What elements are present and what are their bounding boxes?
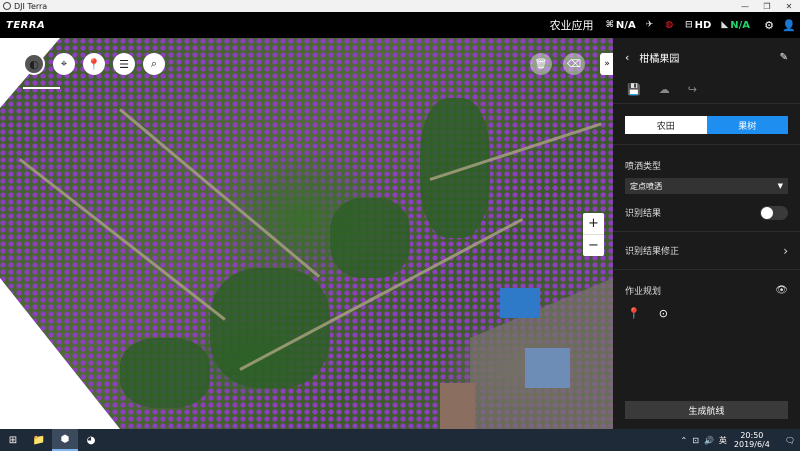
mode-selector[interactable]: 农业应用 [550,17,594,33]
search-icon[interactable]: ⌕ [143,53,165,75]
tray-expand-icon[interactable]: ⌃ [681,436,688,445]
recognition-toggle[interactable] [760,205,788,220]
app-icon [3,2,11,10]
terra-logo: TERRA [6,19,46,31]
recognition-row: 识别结果 [613,194,800,232]
clock[interactable]: 20:50 2019/6/4 [734,431,775,449]
clock-time: 20:50 [740,431,764,440]
window-title: DJI Terra [14,1,48,11]
panel-header: ‹ 柑橘果园 ✎ [613,38,800,76]
generate-route-button[interactable]: 生成航线 [625,401,788,419]
spray-type-value: 定点喷洒 [630,181,662,191]
map-layer-icon[interactable]: ◐ [23,53,45,75]
edit-icon[interactable]: ✎ [780,52,788,63]
settings-icon[interactable]: ⚙ [760,19,778,32]
network-icon[interactable]: ⊡ [692,436,699,445]
app-header: TERRA 农业应用 ⌘ N/A ✈ ◍ ⊟ HD ◣ N/A ⚙ 👤 [0,12,800,38]
delete-icon[interactable]: 🗑 [530,53,552,75]
plan-tools: 📍 ⊙ [613,303,800,324]
share-icon[interactable]: ↪ [688,83,697,96]
satellite-icon: ✈ [645,20,654,30]
zoom-out-button[interactable]: − [583,235,604,256]
map-boundary [0,38,613,429]
clock-date: 2019/6/4 [733,440,770,449]
save-icon[interactable]: 💾 [627,83,641,96]
plan-header: 作业规划 👁 [613,270,800,303]
rc-signal-icon: ⌘ [605,20,614,30]
volume-icon[interactable]: 🔊 [704,436,714,445]
app-taskbar-icon[interactable]: ◕ [78,429,104,451]
minimize-button[interactable]: — [734,2,756,11]
collapse-panel-button[interactable]: » [600,53,613,75]
map-canvas[interactable]: ◐ ⌖ 📍 ☰ ⌕ 🗑 ⌫ » + − [0,38,613,429]
spray-type-select[interactable]: 定点喷洒 ▼ [625,178,788,194]
maximize-button[interactable]: ❐ [756,2,778,11]
eraser-icon[interactable]: ⌫ [563,53,585,75]
tab-orchard[interactable]: 果树 [706,116,788,134]
windows-taskbar: ⊞ 📁 ⬢ ◕ ⌃ ⊡ 🔊 英 20:50 2019/6/4 🗨 [0,429,800,451]
hd-link-icon: ⊟ [685,20,693,30]
active-tool-indicator [23,87,60,89]
zoom-control: + − [583,213,604,256]
tab-farmland[interactable]: 农田 [625,116,707,134]
rtk-status: ◍ [665,20,675,30]
panel-title: 柑橘果园 [639,53,680,65]
upload-icon[interactable]: ☁ [659,83,670,96]
battery-icon: ◣ [721,20,729,30]
plan-label: 作业规划 [625,287,662,297]
side-panel: ‹ 柑橘果园 ✎ 💾 ☁ ↪ 农田 果树 喷洒类型 定点喷洒 ▼ 识别结果 识别… [613,38,800,429]
eye-icon[interactable]: 👁 [775,285,788,296]
dji-terra-taskbar-icon[interactable]: ⬢ [52,429,78,451]
panel-actions: 💾 ☁ ↪ [613,76,800,104]
chevron-right-icon: › [783,243,788,258]
waypoint-pin-icon[interactable]: 📍 [627,307,641,320]
rtk-icon: ◍ [665,20,674,30]
recognition-label: 识别结果 [625,209,662,219]
field-type-segment: 农田 果树 [625,116,788,134]
location-pin-icon[interactable]: 📍 [83,53,105,75]
list-icon[interactable]: ☰ [113,53,135,75]
notification-icon[interactable]: 🗨 [785,436,795,445]
zoom-in-button[interactable]: + [583,213,604,235]
chevron-down-icon: ▼ [777,182,783,190]
satellite-status: ✈ [646,20,656,30]
back-icon[interactable]: ‹ [625,51,629,64]
hd-link-status: ⊟ HD [685,19,712,31]
close-button[interactable]: ✕ [778,2,800,11]
battery-status: ◣ N/A [721,19,750,31]
correction-label: 识别结果修正 [625,247,680,257]
point-marker-icon[interactable]: ⊙ [659,307,668,320]
rc-signal-status: ⌘ N/A [605,19,636,31]
ime-indicator[interactable]: 英 [719,435,727,446]
locate-icon[interactable]: ⌖ [53,53,75,75]
window-title-bar: DJI Terra — ❐ ✕ [0,0,800,12]
correction-row[interactable]: 识别结果修正 › [613,232,800,270]
windows-start-icon[interactable]: ⊞ [0,435,26,446]
spray-type-label: 喷洒类型 [625,162,662,172]
system-tray: ⌃ ⊡ 🔊 英 20:50 2019/6/4 🗨 [681,431,800,449]
user-icon[interactable]: 👤 [780,19,798,32]
file-explorer-icon[interactable]: 📁 [26,429,52,451]
